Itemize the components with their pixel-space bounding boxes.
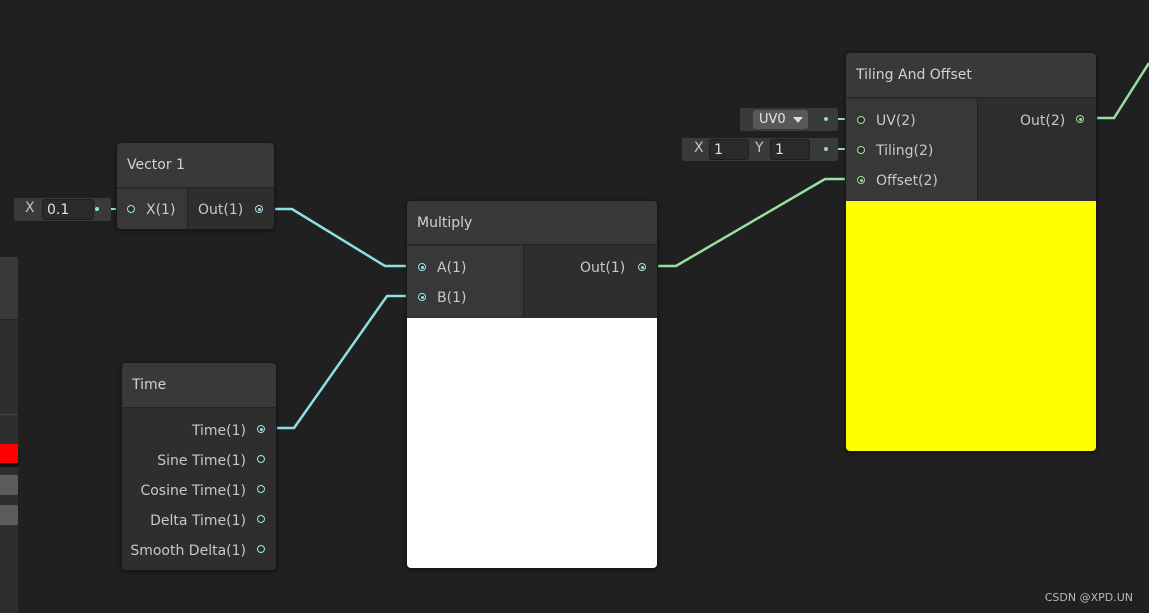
multiply-out-label: Out(1) (580, 260, 626, 276)
tiling-offset-port[interactable] (857, 176, 865, 184)
tiling-uv-label: UV(2) (876, 113, 916, 129)
left-panel-divider (0, 414, 18, 415)
time-port-delta[interactable] (257, 515, 265, 523)
time-port-time[interactable] (257, 425, 265, 433)
multiply-a-label: A(1) (437, 260, 467, 276)
left-panel-field-1[interactable] (0, 475, 18, 495)
tiling-x-input[interactable]: 1 (709, 139, 749, 160)
time-port-cosine[interactable] (257, 485, 265, 493)
multiply-a-port[interactable] (418, 263, 426, 271)
time-title: Time (122, 363, 276, 408)
multiply-node[interactable]: Multiply A(1) B(1) Out(1) (406, 200, 658, 569)
vector1-x-port[interactable] (127, 205, 135, 213)
tiling-tiling-port[interactable] (857, 146, 865, 154)
wire-multiply-to-tiling-offset (645, 177, 860, 268)
vector1-out-port[interactable] (255, 205, 263, 213)
tiling-and-offset-node[interactable]: Tiling And Offset UV(2) Tiling(2) Offset… (845, 52, 1097, 452)
multiply-preview (407, 318, 657, 568)
tiling-title: Tiling And Offset (846, 53, 1096, 98)
vector1-out-label: Out(1) (198, 202, 244, 218)
chevron-down-icon (793, 117, 803, 123)
vector1-x-label: X(1) (146, 202, 176, 218)
watermark: CSDN @XPD.UN (1044, 591, 1133, 604)
tiling-x-label: X (694, 140, 704, 156)
multiply-outputs (524, 246, 657, 317)
tiling-xy-field: X 1 Y 1 (682, 138, 838, 161)
color-swatch[interactable] (0, 444, 18, 463)
vector1-title: Vector 1 (117, 143, 274, 188)
color-swatch-bar (0, 463, 18, 467)
multiply-title: Multiply (407, 201, 657, 245)
multiply-inputs (407, 246, 523, 317)
time-output-sine: Sine Time(1) (157, 453, 246, 469)
uv-field-connector-dot (824, 117, 828, 121)
vector1-node[interactable]: Vector 1 X(1) Out(1) (116, 142, 275, 230)
tiling-y-input[interactable]: 1 (770, 139, 810, 160)
left-panel-field-2[interactable] (0, 505, 18, 525)
multiply-b-port[interactable] (418, 293, 426, 301)
wire-time-to-multiply-b (264, 294, 421, 430)
vector1-x-field-label: X (25, 200, 35, 216)
multiply-b-label: B(1) (437, 290, 467, 306)
time-port-sine[interactable] (257, 455, 265, 463)
time-output-time: Time(1) (191, 423, 246, 439)
tiling-preview (846, 201, 1096, 451)
wire-vector1-to-multiply-a (262, 207, 421, 268)
left-partial-panel (0, 257, 18, 613)
tiling-out-port[interactable] (1076, 115, 1084, 123)
time-output-delta: Delta Time(1) (150, 513, 246, 529)
x-field-connector-dot (95, 207, 99, 211)
multiply-out-port[interactable] (638, 263, 646, 271)
tiling-offset-label: Offset(2) (876, 173, 938, 189)
tiling-field-connector-dot (824, 147, 828, 151)
tiling-uv-port[interactable] (857, 116, 865, 124)
tiling-out-label: Out(2) (1020, 113, 1066, 129)
time-output-smooth-delta: Smooth Delta(1) (130, 543, 246, 559)
time-port-smooth-delta[interactable] (257, 545, 265, 553)
left-panel-header (0, 257, 18, 320)
time-output-cosine: Cosine Time(1) (140, 483, 246, 499)
tiling-y-label: Y (755, 140, 764, 156)
time-node[interactable]: Time Time(1) Sine Time(1) Cosine Time(1)… (121, 362, 277, 571)
vector1-x-input[interactable]: 0.1 (42, 199, 94, 220)
tiling-tiling-label: Tiling(2) (876, 143, 934, 159)
